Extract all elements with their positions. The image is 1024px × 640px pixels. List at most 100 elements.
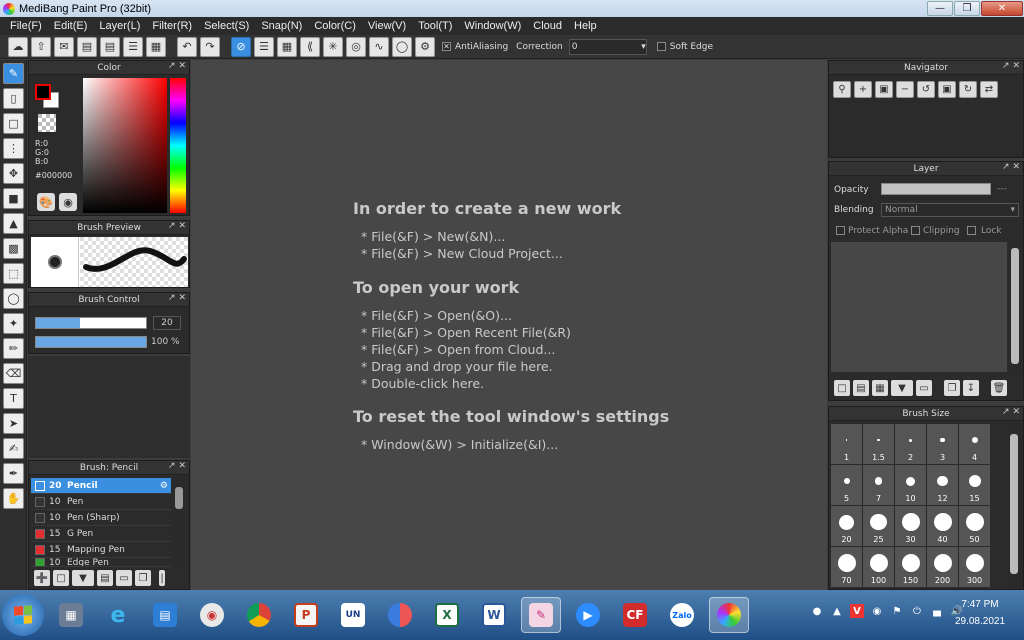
brush-size-option[interactable]: 70 (831, 547, 862, 587)
duplicate-layer-icon[interactable]: ❐ (944, 380, 960, 396)
saturation-value-picker[interactable] (83, 78, 167, 213)
perspective-snap-icon[interactable]: ⟪ (300, 36, 320, 57)
menu-view[interactable]: View(V) (362, 17, 412, 35)
snap-settings-gear-icon[interactable]: ⚙ (415, 36, 435, 57)
brush-size-option[interactable]: 30 (895, 506, 926, 546)
new-page-icon[interactable]: □ (53, 570, 69, 586)
brush-size-option[interactable]: 3 (927, 424, 958, 464)
clipping-checkbox[interactable] (911, 226, 920, 235)
add-layer-menu-icon[interactable]: ▼ (891, 380, 913, 396)
taskbar-internet-explorer[interactable]: e (98, 597, 138, 633)
select-pen-tool-icon[interactable]: ✏ (3, 338, 24, 359)
brush-size-option[interactable]: 15 (959, 465, 990, 505)
panel-close-icon[interactable]: ↗ ✕ (168, 293, 186, 303)
brush-size-option[interactable]: 4 (959, 424, 990, 464)
taskbar-clock[interactable]: 7:47 PM 29.08.2021 (950, 596, 1010, 630)
brush-settings-icon[interactable]: ▤ (97, 570, 113, 586)
new-layer-icon[interactable]: □ (834, 380, 850, 396)
reset-view-icon[interactable]: ▣ (938, 81, 956, 98)
brush-size-option[interactable]: 25 (863, 506, 894, 546)
brush-size-option[interactable]: 200 (927, 547, 958, 587)
magic-wand-tool-icon[interactable]: ✦ (3, 313, 24, 334)
restore-button[interactable]: ❐ (954, 1, 980, 16)
taskbar-obs[interactable]: ◉ (192, 597, 232, 633)
layer-opacity-slider[interactable] (881, 183, 991, 195)
rotate-left-icon[interactable]: ↺ (917, 81, 935, 98)
brush-size-option[interactable]: 20 (831, 506, 862, 546)
taskbar-calculator[interactable]: ▦ (51, 597, 91, 633)
undo-icon[interactable]: ↶ (177, 36, 197, 57)
menu-color[interactable]: Color(C) (308, 17, 362, 35)
foreground-color-swatch[interactable] (35, 84, 51, 100)
brush-size-option[interactable]: 300 (959, 547, 990, 587)
curve-snap-icon[interactable]: ∿ (369, 36, 389, 57)
text-tool-icon[interactable]: T (3, 388, 24, 409)
brush-opacity-slider[interactable] (35, 336, 147, 348)
antialiasing-checkbox[interactable]: ✕ (442, 42, 451, 51)
page-icon[interactable]: ▤ (100, 36, 120, 57)
brush-item[interactable]: 10 Pen (Sharp) (31, 510, 171, 526)
grid-snap-icon[interactable]: ▦ (277, 36, 297, 57)
brush-size-option[interactable]: 40 (927, 506, 958, 546)
menu-snap[interactable]: Snap(N) (255, 17, 308, 35)
taskbar-powerpoint[interactable]: P (286, 597, 326, 633)
menu-layer[interactable]: Layer(L) (93, 17, 146, 35)
panel-close-icon[interactable]: ↗ ✕ (168, 221, 186, 231)
brush-size-option[interactable]: 100 (863, 547, 894, 587)
delete-layer-trash-icon[interactable]: 🗑 (991, 380, 1007, 396)
rectangle-tool-icon[interactable]: □ (3, 113, 24, 134)
brush-size-option[interactable]: 1.5 (863, 424, 894, 464)
panel-close-icon[interactable]: ↗ ✕ (1002, 162, 1020, 172)
taskbar-word[interactable]: W (474, 597, 514, 633)
taskbar-file-explorer[interactable]: ▤ (145, 597, 185, 633)
brush-size-option[interactable]: 150 (895, 547, 926, 587)
radial-snap-icon[interactable]: ✳ (323, 36, 343, 57)
scroll-handle-icon[interactable]: | (159, 570, 165, 586)
menu-select[interactable]: Select(S) (198, 17, 255, 35)
start-button[interactable] (2, 594, 44, 636)
brush-size-option[interactable]: 50 (959, 506, 990, 546)
brush-size-scrollbar[interactable] (1007, 424, 1021, 589)
zoom-in-icon[interactable]: + (854, 81, 872, 98)
correction-select[interactable]: 0 ▾ (568, 38, 647, 55)
comment-icon[interactable]: ✉ (54, 36, 74, 57)
circle-snap-icon[interactable]: ◎ (346, 36, 366, 57)
lasso-tool-icon[interactable]: ◯ (3, 288, 24, 309)
select-tool-icon[interactable]: ⬚ (3, 263, 24, 284)
dot-tool-icon[interactable]: ⋮ (3, 138, 24, 159)
brush-item[interactable]: 15 Mapping Pen (31, 542, 171, 558)
menu-file[interactable]: File(F) (4, 17, 48, 35)
taskbar-chrome[interactable] (239, 597, 279, 633)
brush-item[interactable]: 15 G Pen (31, 526, 171, 542)
operation-tool-icon[interactable]: ➤ (3, 413, 24, 434)
panel-close-icon[interactable]: ↗ ✕ (168, 461, 186, 471)
brush-list-scrollbar[interactable] (173, 477, 185, 567)
eraser-tool-icon[interactable]: ▯ (3, 88, 24, 109)
taskbar-paint-tool[interactable]: ✎ (521, 597, 561, 633)
avast-icon[interactable]: ◉ (870, 604, 884, 618)
panel-close-icon[interactable]: ↗ ✕ (1002, 407, 1020, 417)
list-icon[interactable]: ☰ (123, 36, 143, 57)
minimize-button[interactable]: — (927, 1, 953, 16)
canvas-area[interactable]: In order to create a new work * File(&F)… (191, 60, 827, 590)
brush-size-option[interactable]: 5 (831, 465, 862, 505)
ring-snap-icon[interactable]: ◯ (392, 36, 412, 57)
vivaldi-icon[interactable]: V (850, 604, 864, 618)
rotate-right-icon[interactable]: ↻ (959, 81, 977, 98)
flip-icon[interactable]: ⇄ (980, 81, 998, 98)
layer-list-scrollbar[interactable] (1009, 242, 1021, 372)
taskbar-excel[interactable]: X (427, 597, 467, 633)
lock-checkbox[interactable] (967, 226, 976, 235)
bucket-tool-icon[interactable]: ▲ (3, 213, 24, 234)
brush-size-slider[interactable] (35, 317, 147, 329)
protect-alpha-checkbox[interactable] (836, 226, 845, 235)
menu-edit[interactable]: Edit(E) (48, 17, 94, 35)
soft-edge-checkbox[interactable] (656, 42, 666, 51)
duplicate-icon[interactable]: ❐ (135, 570, 151, 586)
add-brush-icon[interactable]: ➕ (34, 570, 50, 586)
menu-help[interactable]: Help (568, 17, 603, 35)
menu-filter[interactable]: Filter(R) (146, 17, 198, 35)
menu-window[interactable]: Window(W) (458, 17, 527, 35)
close-button[interactable]: ✕ (981, 1, 1023, 16)
menu-cloud[interactable]: Cloud (527, 17, 568, 35)
